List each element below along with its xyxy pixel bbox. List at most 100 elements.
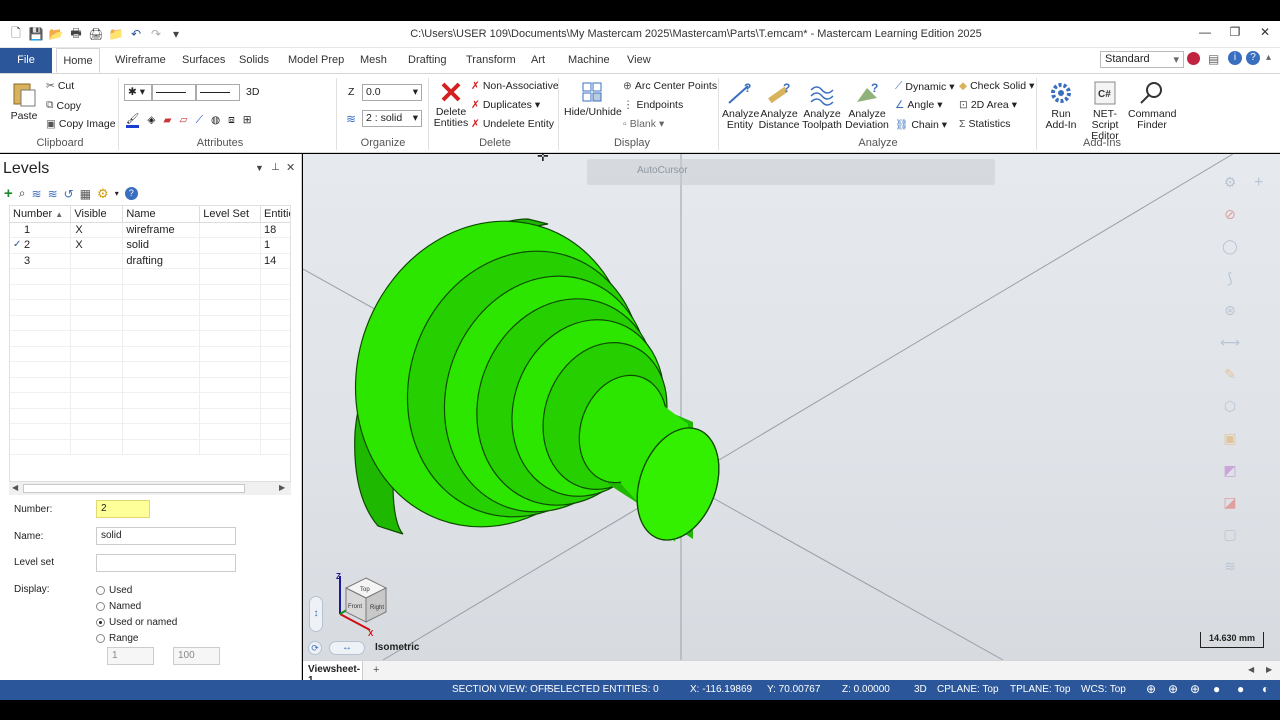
non-associative-button[interactable]: ✗ Non-Associative xyxy=(471,80,559,92)
plus-icon[interactable]: + xyxy=(1254,174,1263,192)
scroll-right-icon[interactable]: ▶ xyxy=(1266,665,1272,674)
workspace-select[interactable]: Standard ▾ xyxy=(1100,51,1184,68)
restore-button[interactable]: ❐ xyxy=(1225,25,1245,43)
tab-file[interactable]: File xyxy=(0,48,52,73)
curve-icon[interactable]: ⟆ xyxy=(1227,270,1232,287)
level-set-input[interactable] xyxy=(96,554,236,572)
square-icon[interactable]: ▢ xyxy=(1223,526,1236,543)
scroll-left-icon[interactable]: ◀ xyxy=(1248,665,1254,674)
undelete-entity-button[interactable]: ✗ Undelete Entity xyxy=(471,118,554,130)
statistics-button[interactable]: Σ Statistics xyxy=(959,118,1011,130)
range-from-input[interactable]: 1 xyxy=(107,647,154,665)
help-icon[interactable]: ? xyxy=(1246,51,1260,65)
tab-wireframe[interactable]: Wireframe xyxy=(111,48,170,73)
tab-mesh[interactable]: Mesh xyxy=(356,48,391,73)
gear-icon[interactable]: ⚙ xyxy=(1224,174,1237,191)
line-style-dropdown[interactable] xyxy=(152,84,196,101)
circle-icon[interactable]: ◯ xyxy=(1222,238,1238,255)
section-view-status[interactable]: SECTION VIEW: OFF xyxy=(452,684,550,695)
mode-3d-toggle[interactable]: 3D xyxy=(246,86,259,98)
copy-image-button[interactable]: ▣ Copy Image xyxy=(46,118,116,130)
table-icon[interactable]: ▦ xyxy=(80,187,91,201)
close-icon[interactable]: ✕ xyxy=(286,161,295,174)
fill-color-icon[interactable]: ◈ xyxy=(147,114,155,126)
target-icon[interactable]: ⊛ xyxy=(1224,302,1236,319)
radio-named[interactable]: Named xyxy=(96,601,141,612)
help-icon[interactable]: ? xyxy=(124,187,138,200)
tplane-status[interactable]: TPLANE: Top xyxy=(1010,684,1070,695)
view-cube[interactable]: Top Front Right Z X xyxy=(328,570,398,638)
column-number[interactable]: Number ▲ xyxy=(10,206,72,223)
analyze-entity-button[interactable]: ? Analyze Entity xyxy=(722,80,759,131)
area-2d-button[interactable]: ⊡ 2D Area ▾ xyxy=(959,99,1017,111)
part-icon[interactable]: ◪ xyxy=(1223,494,1236,511)
layers-icon[interactable]: ≋ xyxy=(1224,558,1236,575)
minimize-button[interactable]: — xyxy=(1195,25,1215,43)
level-row[interactable]: 1 Xwireframe 18 xyxy=(10,222,290,238)
mode-status[interactable]: 3D xyxy=(914,684,927,695)
pencil-icon[interactable]: ✎ xyxy=(1224,366,1236,383)
vertical-rotate-control[interactable]: ↕ xyxy=(309,596,323,632)
tab-solids[interactable]: Solids xyxy=(235,48,273,73)
add-viewsheet-button[interactable]: + xyxy=(373,664,379,676)
shaded-sphere-icon[interactable]: ● xyxy=(1213,682,1220,696)
tab-home[interactable]: Home xyxy=(56,48,100,73)
line-color-icon[interactable]: ⟋ xyxy=(196,114,203,127)
autocursor-toolbar[interactable]: AutoCursor xyxy=(587,159,995,185)
reset-attributes-icon[interactable]: ⊞ xyxy=(243,114,252,126)
chain-button[interactable]: ⛓ Chain ▾ xyxy=(895,118,947,132)
run-addin-button[interactable]: Run Add-In xyxy=(1042,80,1080,131)
line-width-dropdown[interactable] xyxy=(196,84,240,101)
globe-wire-icon[interactable]: ⊕ xyxy=(1168,682,1178,696)
level-cell-visible[interactable] xyxy=(70,253,124,269)
message-icon[interactable]: ▤ xyxy=(1208,52,1219,66)
solid-color-icon[interactable]: ▰ xyxy=(163,114,171,126)
level-row[interactable]: 3 drafting 14 xyxy=(10,253,290,269)
box-icon[interactable]: ▣ xyxy=(1223,430,1236,447)
horizontal-scrollbar[interactable]: ◀ ▶ xyxy=(9,481,291,495)
tab-drafting[interactable]: Drafting xyxy=(404,48,451,73)
z-depth-input[interactable]: 0.0 ▾ xyxy=(362,84,422,101)
range-to-input[interactable]: 100 xyxy=(173,647,220,665)
hide-unhide-button[interactable]: Hide/Unhide xyxy=(564,80,622,118)
radio-used-or-named[interactable]: Used or named xyxy=(96,617,177,628)
tab-machine[interactable]: Machine xyxy=(564,48,614,73)
material-icon[interactable]: ◍ xyxy=(211,114,220,126)
scrollbar-thumb[interactable] xyxy=(23,484,245,493)
tab-surfaces[interactable]: Surfaces xyxy=(178,48,229,73)
radio-used[interactable]: Used xyxy=(96,585,132,596)
transparency-icon[interactable]: ◐ xyxy=(1262,682,1269,696)
duplicates-button[interactable]: ✗ Duplicates ▾ xyxy=(471,99,540,111)
level-select[interactable]: 2 : solid ▾ xyxy=(362,110,422,127)
shape-icon[interactable]: ◩ xyxy=(1223,462,1236,479)
globe-icon[interactable]: ⊕ xyxy=(1146,682,1156,696)
layers-icon[interactable]: ≋ xyxy=(32,187,42,201)
number-input[interactable]: 2 xyxy=(96,500,150,518)
wireframe-color-icon[interactable]: 🖌 xyxy=(126,112,140,128)
gear-icon[interactable]: ⚙ xyxy=(97,186,109,202)
surface-color-icon[interactable]: ▱ xyxy=(180,114,188,126)
scroll-left-icon[interactable]: ◀ xyxy=(12,483,18,492)
info-icon[interactable]: i xyxy=(1228,51,1242,65)
collapse-ribbon-icon[interactable]: ▴ xyxy=(1266,52,1271,63)
angle-button[interactable]: ∠ Angle ▾ xyxy=(895,99,943,111)
tab-view[interactable]: View xyxy=(623,48,655,73)
column-visible[interactable]: Visible xyxy=(70,206,124,223)
rotate-icon[interactable]: ⟳ xyxy=(308,641,322,655)
column-name[interactable]: Name xyxy=(122,206,201,223)
panel-dropdown-icon[interactable]: ▼ xyxy=(255,163,264,173)
scroll-right-icon[interactable]: ▶ xyxy=(279,483,285,492)
shaded-sphere-alt-icon[interactable]: ● xyxy=(1237,682,1244,696)
check-solid-button[interactable]: ◆ Check Solid ▾ xyxy=(959,80,1034,92)
command-finder-button[interactable]: Command Finder xyxy=(1128,80,1176,131)
net-script-editor-button[interactable]: C# NET-Script Editor xyxy=(1082,80,1128,142)
viewsheet-tab[interactable]: Viewsheet-1 xyxy=(303,661,363,686)
copy-button[interactable]: ⧉ Copy xyxy=(46,99,81,112)
level-cell-visible[interactable]: X xyxy=(70,237,124,254)
blank-button[interactable]: ▫ Blank ▾ xyxy=(623,118,664,130)
level-row[interactable]: ✓ 2 Xsolid 1 xyxy=(10,237,290,254)
pin-icon[interactable]: ⊥ xyxy=(271,162,280,173)
globe-solid-icon[interactable]: ⊕ xyxy=(1190,682,1200,696)
tab-model-prep[interactable]: Model Prep xyxy=(284,48,348,73)
name-input[interactable]: solid xyxy=(96,527,236,545)
